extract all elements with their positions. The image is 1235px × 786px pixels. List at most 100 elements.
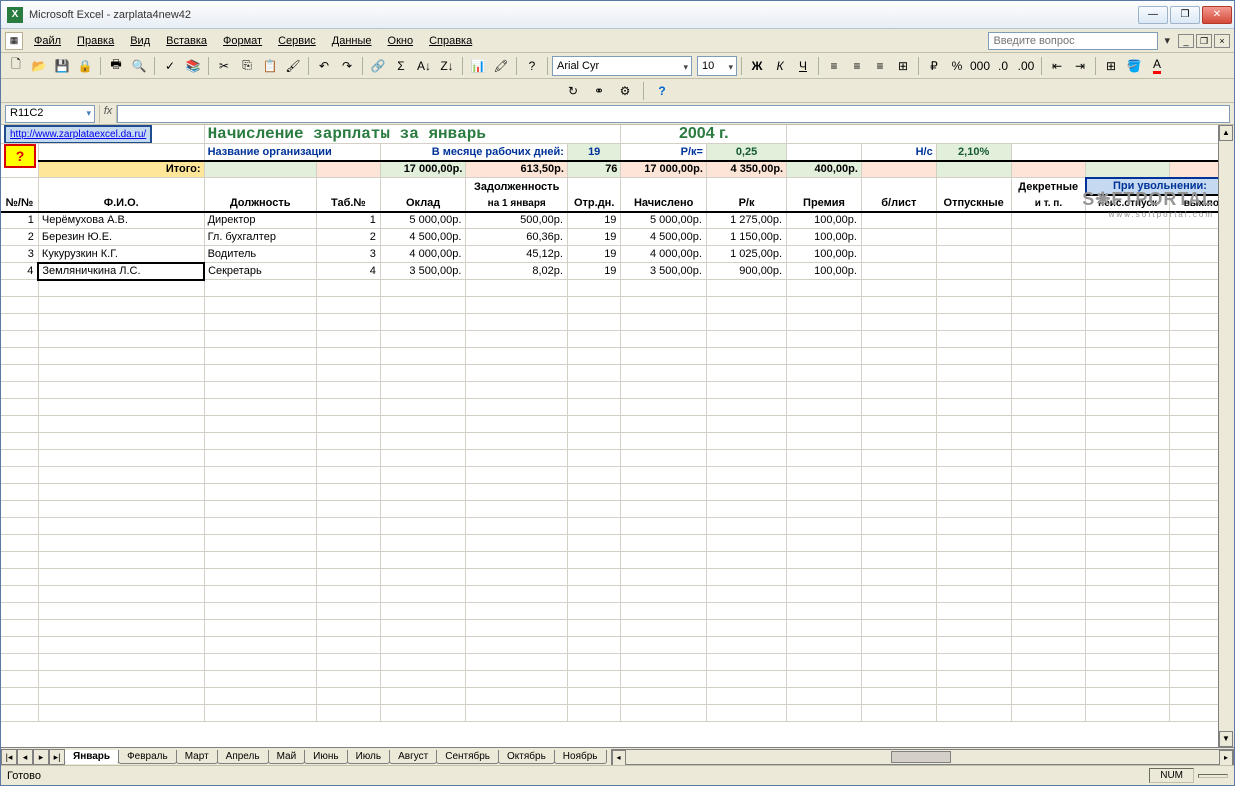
sheet-tab-Июль[interactable]: Июль <box>347 750 391 764</box>
empty-row[interactable] <box>1 535 1234 552</box>
italic-icon[interactable]: К <box>769 55 791 77</box>
empty-row[interactable] <box>1 518 1234 535</box>
table-row[interactable]: 3Кукурузкин К.Г.Водитель34 000,00р.45,12… <box>1 246 1234 263</box>
empty-row[interactable] <box>1 450 1234 467</box>
drawing-icon[interactable]: 🖍 <box>490 55 512 77</box>
empty-row[interactable] <box>1 552 1234 569</box>
sort-desc-icon[interactable]: Z↓ <box>436 55 458 77</box>
sort-asc-icon[interactable]: A↓ <box>413 55 435 77</box>
align-right-icon[interactable]: ≡ <box>869 55 891 77</box>
scroll-up-icon[interactable]: ▲ <box>1219 125 1233 141</box>
days-value[interactable]: 19 <box>567 144 621 161</box>
percent-icon[interactable]: % <box>946 55 968 77</box>
spell-icon[interactable]: ✓ <box>159 55 181 77</box>
font-color-icon[interactable]: A <box>1146 55 1168 77</box>
empty-row[interactable] <box>1 569 1234 586</box>
fx-icon[interactable]: fx <box>99 105 117 123</box>
help-icon[interactable]: ? <box>521 55 543 77</box>
menu-format[interactable]: Формат <box>216 32 269 50</box>
horizontal-scrollbar[interactable]: ◂ ▸ <box>611 749 1235 765</box>
empty-row[interactable] <box>1 331 1234 348</box>
menu-view[interactable]: Вид <box>123 32 157 50</box>
info-icon[interactable]: ? <box>651 80 673 102</box>
empty-row[interactable] <box>1 671 1234 688</box>
sheet-tab-Февраль[interactable]: Февраль <box>118 750 177 764</box>
vertical-scrollbar[interactable]: ▲ ▼ <box>1218 125 1234 747</box>
bold-icon[interactable]: Ж <box>746 55 768 77</box>
sheet-tab-Июнь[interactable]: Июнь <box>304 750 347 764</box>
menu-tools[interactable]: Сервис <box>271 32 323 50</box>
menu-insert[interactable]: Вставка <box>159 32 214 50</box>
sheet-tab-Май[interactable]: Май <box>268 750 306 764</box>
child-minimize-button[interactable]: _ <box>1178 34 1194 48</box>
sheet-tab-Сентябрь[interactable]: Сентябрь <box>436 750 499 764</box>
increase-decimal-icon[interactable]: .0 <box>992 55 1014 77</box>
sheet-tab-Август[interactable]: Август <box>389 750 437 764</box>
empty-row[interactable] <box>1 501 1234 518</box>
sheet-tab-Март[interactable]: Март <box>176 750 218 764</box>
table-row[interactable]: 2Березин Ю.Е.Гл. бухгалтер24 500,00р.60,… <box>1 229 1234 246</box>
underline-icon[interactable]: Ч <box>792 55 814 77</box>
tab-last-icon[interactable]: ▸| <box>49 749 65 765</box>
hyperlink-icon[interactable]: 🔗 <box>367 55 389 77</box>
open-icon[interactable]: 📂 <box>28 55 50 77</box>
empty-row[interactable] <box>1 688 1234 705</box>
permission-icon[interactable]: 🔒 <box>74 55 96 77</box>
copy-icon[interactable]: ⎘ <box>236 55 258 77</box>
name-box[interactable]: R11C2 <box>5 105 95 123</box>
empty-row[interactable] <box>1 637 1234 654</box>
scroll-left-icon[interactable]: ◂ <box>612 750 626 766</box>
print-icon[interactable]: 🖶 <box>105 55 127 77</box>
tab-first-icon[interactable]: |◂ <box>1 749 17 765</box>
fill-color-icon[interactable]: 🪣 <box>1123 55 1145 77</box>
sheet-tab-Январь[interactable]: Январь <box>64 750 119 764</box>
child-restore-button[interactable]: ❐ <box>1196 34 1212 48</box>
help-dropdown-icon[interactable]: ▾ <box>1164 34 1170 47</box>
format-painter-icon[interactable]: 🖌 <box>282 55 304 77</box>
indent-right-icon[interactable]: ⇥ <box>1069 55 1091 77</box>
maximize-button[interactable]: ❐ <box>1170 6 1200 24</box>
borders-icon[interactable]: ⊞ <box>1100 55 1122 77</box>
titlebar[interactable]: X Microsoft Excel - zarplata4new42 — ❐ ✕ <box>1 1 1234 29</box>
align-left-icon[interactable]: ≡ <box>823 55 845 77</box>
sheet-tab-Ноябрь[interactable]: Ноябрь <box>554 750 607 764</box>
empty-row[interactable] <box>1 314 1234 331</box>
save-icon[interactable]: 💾 <box>51 55 73 77</box>
paste-icon[interactable]: 📋 <box>259 55 281 77</box>
indent-left-icon[interactable]: ⇤ <box>1046 55 1068 77</box>
empty-row[interactable] <box>1 654 1234 671</box>
empty-row[interactable] <box>1 297 1234 314</box>
sheet-content[interactable]: S❋FTPORTAL www.softportal.com http://www… <box>1 125 1234 747</box>
scroll-right-icon[interactable]: ▸ <box>1219 750 1233 766</box>
empty-row[interactable] <box>1 382 1234 399</box>
rk-value[interactable]: 0,25 <box>706 144 786 161</box>
table-row[interactable]: 4Земляничкина Л.С.Секретарь43 500,00р.8,… <box>1 263 1234 280</box>
redo-icon[interactable]: ↷ <box>336 55 358 77</box>
empty-row[interactable] <box>1 365 1234 382</box>
comma-icon[interactable]: 000 <box>969 55 991 77</box>
empty-row[interactable] <box>1 467 1234 484</box>
decrease-decimal-icon[interactable]: .00 <box>1015 55 1037 77</box>
sheet-tab-Апрель[interactable]: Апрель <box>217 750 269 764</box>
spreadsheet-grid[interactable]: http://www.zarplataexcel.da.ru/ Начислен… <box>1 125 1234 722</box>
tab-next-icon[interactable]: ▸ <box>33 749 49 765</box>
currency-icon[interactable]: ₽ <box>923 55 945 77</box>
empty-row[interactable] <box>1 433 1234 450</box>
empty-row[interactable] <box>1 399 1234 416</box>
font-size-dropdown[interactable]: 10 <box>697 56 737 76</box>
menu-edit[interactable]: Правка <box>70 32 121 50</box>
menu-window[interactable]: Окно <box>381 32 421 50</box>
new-icon[interactable]: 🗋 <box>5 55 27 77</box>
settings-icon[interactable]: ⚙ <box>614 80 636 102</box>
undo-icon[interactable]: ↶ <box>313 55 335 77</box>
table-row[interactable]: 1Черёмухова А.В.Директор15 000,00р.500,0… <box>1 212 1234 229</box>
menu-file[interactable]: Файл <box>27 32 68 50</box>
align-center-icon[interactable]: ≡ <box>846 55 868 77</box>
formula-bar[interactable] <box>117 105 1230 123</box>
tab-prev-icon[interactable]: ◂ <box>17 749 33 765</box>
close-button[interactable]: ✕ <box>1202 6 1232 24</box>
help-question-input[interactable] <box>988 32 1158 50</box>
cut-icon[interactable]: ✂ <box>213 55 235 77</box>
org-link[interactable]: http://www.zarplataexcel.da.ru/ <box>4 125 152 144</box>
child-close-button[interactable]: × <box>1214 34 1230 48</box>
